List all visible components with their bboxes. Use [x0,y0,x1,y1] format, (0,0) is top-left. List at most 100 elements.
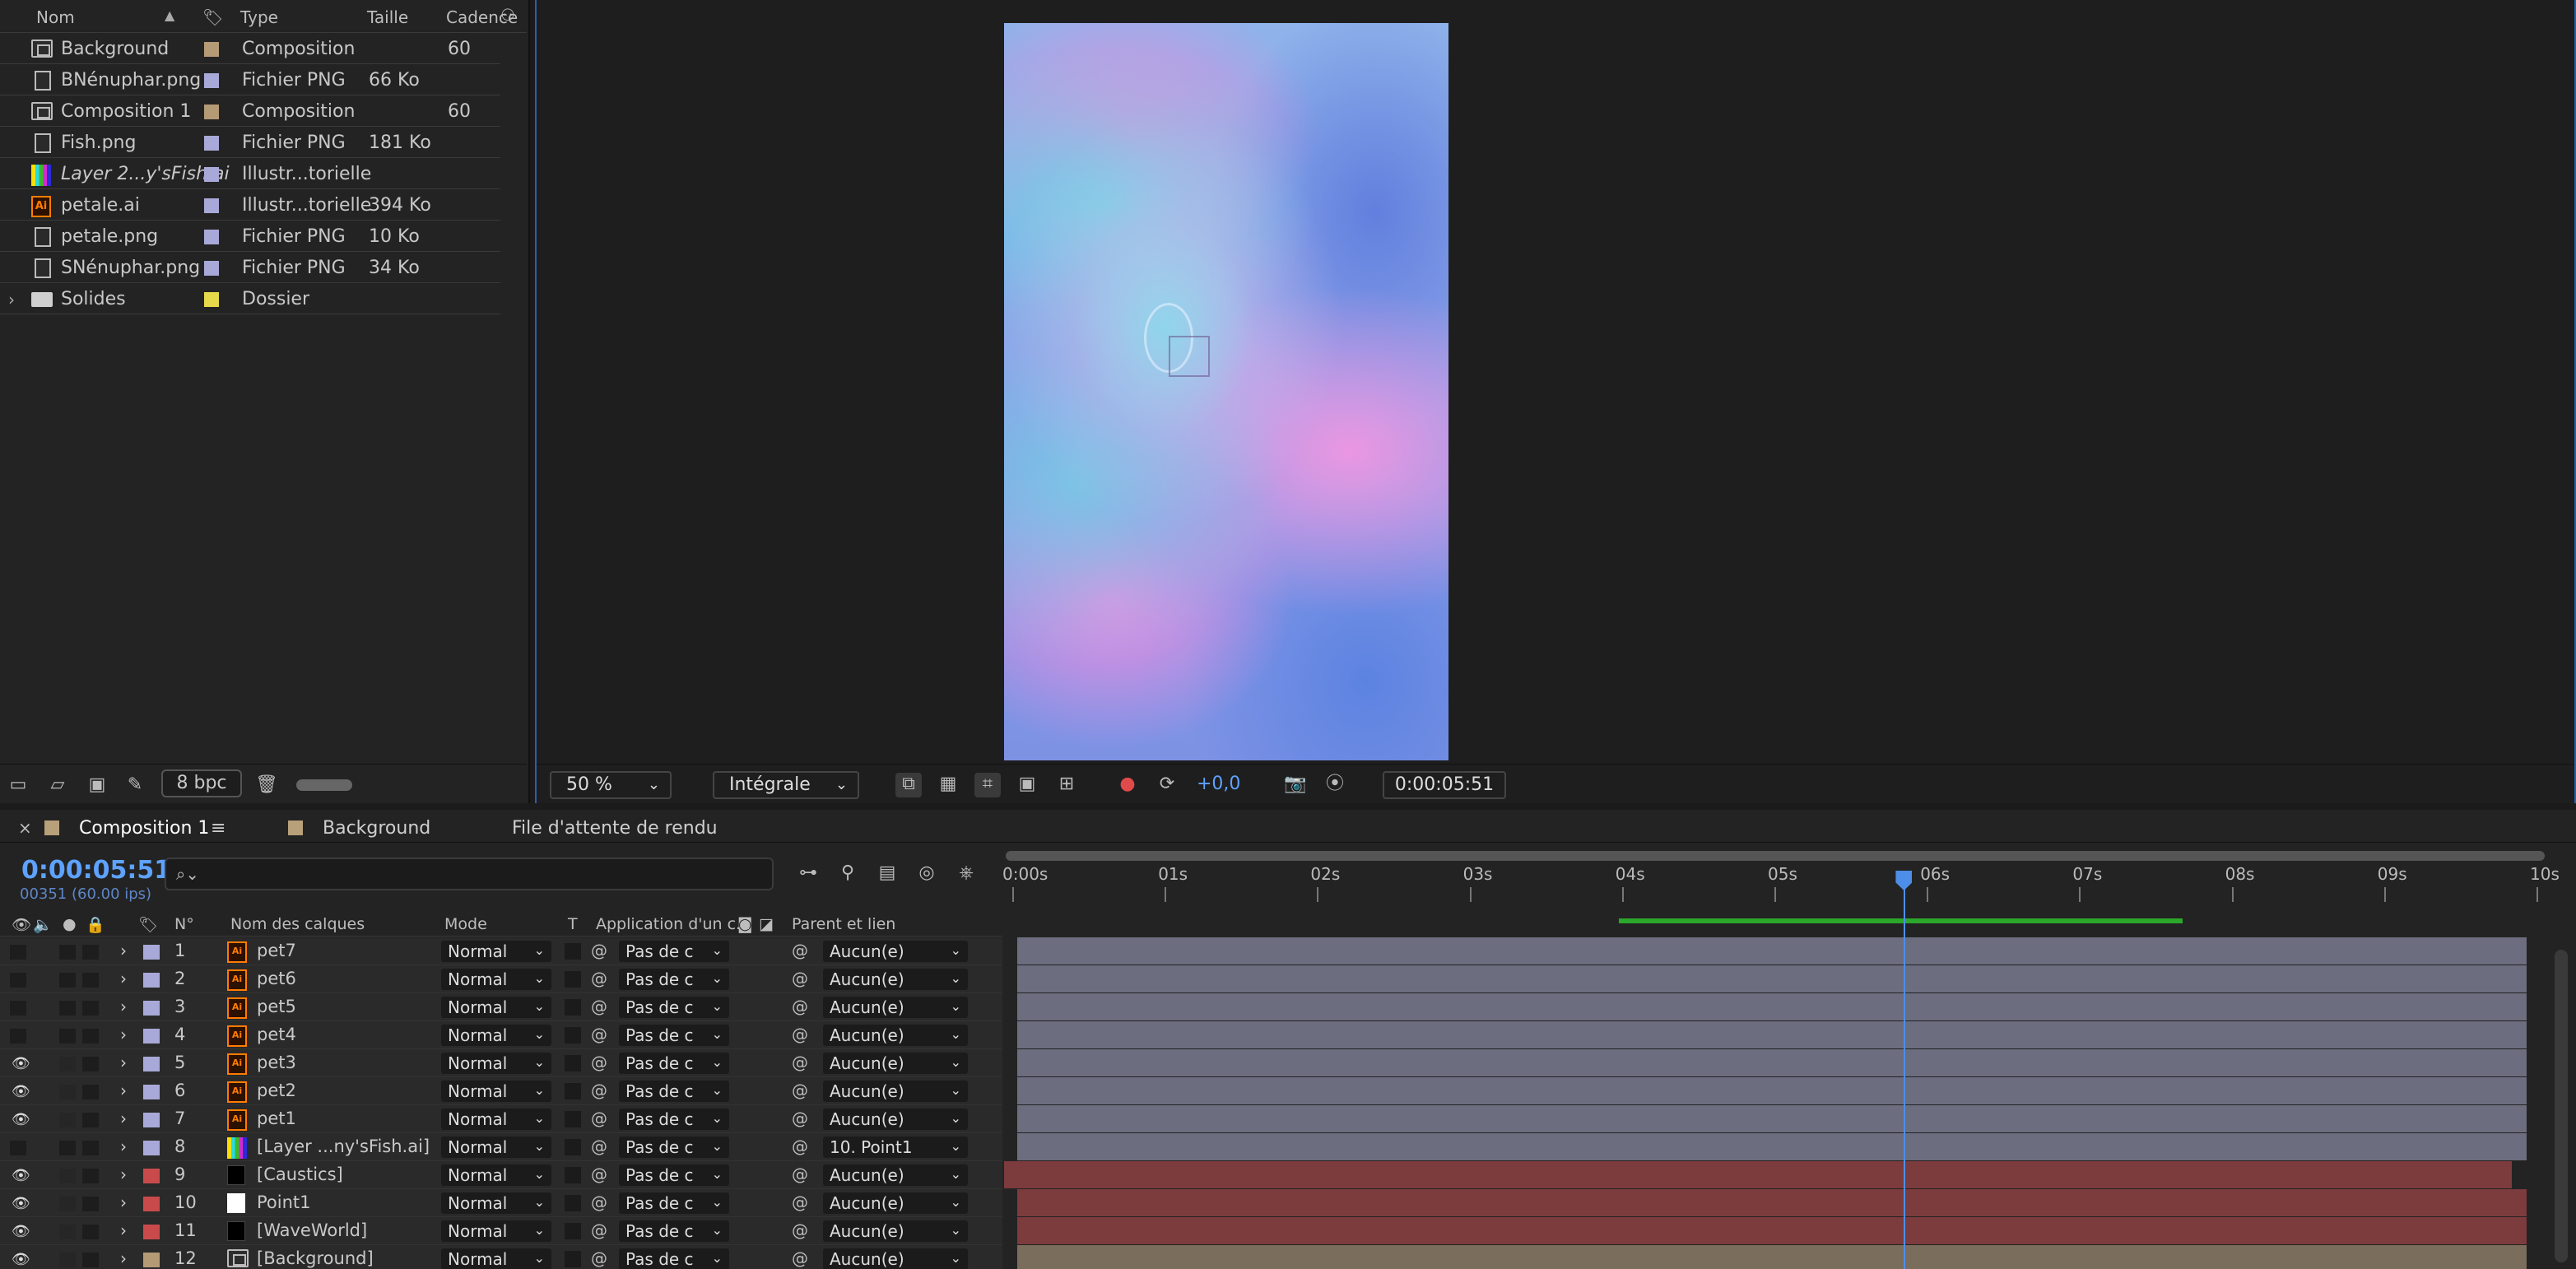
pickwhip-icon[interactable]: @ [591,997,607,1016]
pickwhip-icon[interactable]: @ [591,1220,607,1240]
layer-name[interactable]: pet4 [257,1025,296,1044]
audio-toggle[interactable] [59,1169,76,1183]
preserve-transparency-toggle[interactable] [565,1139,581,1155]
solo-toggle[interactable] [82,945,99,960]
layer-name[interactable]: pet3 [257,1053,296,1072]
column-header-name[interactable]: Nom [36,7,75,27]
layer-duration-bar[interactable] [1017,1077,2527,1104]
layer-name[interactable]: [Caustics] [257,1164,343,1184]
pickwhip-icon[interactable]: @ [591,969,607,988]
layer-duration-bar[interactable] [1017,937,2527,965]
region-of-interest-icon[interactable]: ▣ [1014,773,1040,797]
chevron-right-icon[interactable]: › [120,941,127,960]
pickwhip-icon[interactable]: @ [591,1192,607,1212]
audio-toggle[interactable] [59,1085,76,1099]
parent-dropdown[interactable]: Aucun(e) ⌄ [823,1053,968,1074]
resolution-dropdown[interactable]: Intégrale ⌄ [713,771,859,799]
label-tag-icon[interactable]: 🏷 [202,7,223,27]
new-folder-icon[interactable]: ▱ [46,774,69,795]
blend-mode-dropdown[interactable]: Normal ⌄ [441,1053,551,1074]
composition-flowchart-icon[interactable]: ⊶ [795,862,821,887]
label-color-swatch[interactable] [204,42,219,57]
chevron-right-icon[interactable]: › [120,969,127,988]
pickwhip-icon[interactable]: @ [591,1164,607,1184]
audio-toggle[interactable] [59,1057,76,1071]
layer-label-swatch[interactable] [143,1225,160,1239]
video-toggle-icon[interactable]: 👁 [12,915,31,934]
label-color-swatch[interactable] [204,167,219,182]
pickwhip-icon[interactable]: @ [591,1248,607,1268]
eye-icon[interactable]: 👁 [12,1083,30,1100]
frame-blending-icon[interactable]: ▤ [874,862,900,887]
layer-label-swatch[interactable] [143,1141,160,1155]
solo-toggle[interactable] [82,1169,99,1183]
eye-off-icon[interactable] [10,1029,26,1044]
close-tab-icon[interactable]: × [18,818,32,838]
project-item[interactable]: Ai petale.ai Illustr...torielle 394 Ko [0,189,500,221]
graph-editor-icon[interactable]: ⎈ [953,862,979,887]
track-matte-dropdown[interactable]: Pas de c ⌄ [619,1164,729,1186]
new-composition-icon[interactable]: ▣ [86,774,109,795]
composition-preview[interactable] [1004,23,1448,760]
layer-name[interactable]: pet6 [257,969,296,988]
chevron-right-icon[interactable]: › [120,1137,127,1156]
preserve-transparency-toggle[interactable] [565,1195,581,1211]
eye-icon[interactable]: 👁 [12,1223,30,1240]
parent-pickwhip-icon[interactable]: @ [792,1109,808,1128]
vertical-scrollbar[interactable] [2555,950,2568,1262]
layer-row[interactable]: 👁 › 5 Ai pet3 Normal ⌄ @ Pas de c ⌄ @ Aucun(e) ⌄ [0,1049,1002,1077]
label-color-swatch[interactable] [204,292,219,307]
chevron-right-icon[interactable]: › [120,1109,127,1128]
layer-label-swatch[interactable] [143,1057,160,1071]
layer-row[interactable]: › 8 [Layer ...ny'sFish.ai] Normal ⌄ @ Pas de c… [0,1133,1002,1161]
layer-name[interactable]: [Layer ...ny'sFish.ai] [257,1137,430,1156]
preserve-transparency-toggle[interactable] [565,1055,581,1071]
motion-blur-icon[interactable]: ◎ [914,862,940,887]
blend-mode-dropdown[interactable]: Normal ⌄ [441,1164,551,1186]
parent-dropdown[interactable]: Aucun(e) ⌄ [823,969,968,990]
track-matte-dropdown[interactable]: Pas de c ⌄ [619,969,729,990]
layer-row[interactable]: 👁 › 10 Point1 Normal ⌄ @ Pas de c ⌄ @ Aucun(e) ⌄ [0,1189,1002,1217]
layer-name[interactable]: [WaveWorld] [257,1220,367,1240]
column-header-type[interactable]: Type [240,7,278,27]
layer-label-swatch[interactable] [143,1197,160,1211]
layer-row[interactable]: › 1 Ai pet7 Normal ⌄ @ Pas de c ⌄ @ Aucun(e) ⌄ [0,937,1002,965]
interpret-footage-icon[interactable]: ▭ [7,774,30,795]
lock-toggle-icon[interactable]: 🔒 [86,915,105,934]
tab-menu-icon[interactable]: ≡ [211,818,226,839]
track-matte-dropdown[interactable]: Pas de c ⌄ [619,997,729,1018]
blend-mode-dropdown[interactable]: Normal ⌄ [441,1025,551,1046]
parent-dropdown[interactable]: Aucun(e) ⌄ [823,997,968,1018]
parent-dropdown[interactable]: Aucun(e) ⌄ [823,1025,968,1046]
flowchart-icon[interactable]: ⚇ [500,5,515,25]
show-snapshot-icon[interactable]: ⦿ [1322,773,1348,797]
audio-toggle[interactable] [59,945,76,960]
horizontal-scrollbar[interactable] [296,779,352,791]
project-item[interactable]: › Solides Dossier [0,283,500,314]
audio-toggle[interactable] [59,973,76,988]
parent-pickwhip-icon[interactable]: @ [792,941,808,960]
solo-toggle[interactable] [82,1141,99,1155]
mask-path-icon[interactable]: ⌗ [974,773,1001,797]
eye-icon[interactable]: 👁 [12,1111,30,1128]
track-matte-dropdown[interactable]: Pas de c ⌄ [619,1192,729,1214]
project-item[interactable]: Fish.png Fichier PNG 181 Ko [0,127,500,158]
audio-toggle-icon[interactable]: 🔈 [33,915,53,934]
blend-mode-dropdown[interactable]: Normal ⌄ [441,997,551,1018]
audio-toggle[interactable] [59,1253,76,1267]
label-color-swatch[interactable] [204,73,219,88]
label-color-swatch[interactable] [204,261,219,276]
layer-search-input[interactable]: ⌕⌄ [165,858,774,890]
layer-row[interactable]: 👁 › 12 [Background] Normal ⌄ @ Pas de c ⌄ @ Aucun(… [0,1245,1002,1269]
eye-icon[interactable]: 👁 [12,1167,30,1184]
solo-toggle[interactable] [82,973,99,988]
track-matte-dropdown[interactable]: Pas de c ⌄ [619,1053,729,1074]
blend-mode-dropdown[interactable]: Normal ⌄ [441,1137,551,1158]
layer-row[interactable]: › 3 Ai pet5 Normal ⌄ @ Pas de c ⌄ @ Aucun(e) ⌄ [0,993,1002,1021]
eye-off-icon[interactable] [10,1141,26,1155]
layer-duration-bar[interactable] [1017,965,2527,992]
pickwhip-icon[interactable]: @ [591,1053,607,1072]
layer-duration-bar[interactable] [1004,1161,2512,1188]
trash-icon[interactable]: 🗑 [255,774,278,795]
blend-mode-dropdown[interactable]: Normal ⌄ [441,1109,551,1130]
